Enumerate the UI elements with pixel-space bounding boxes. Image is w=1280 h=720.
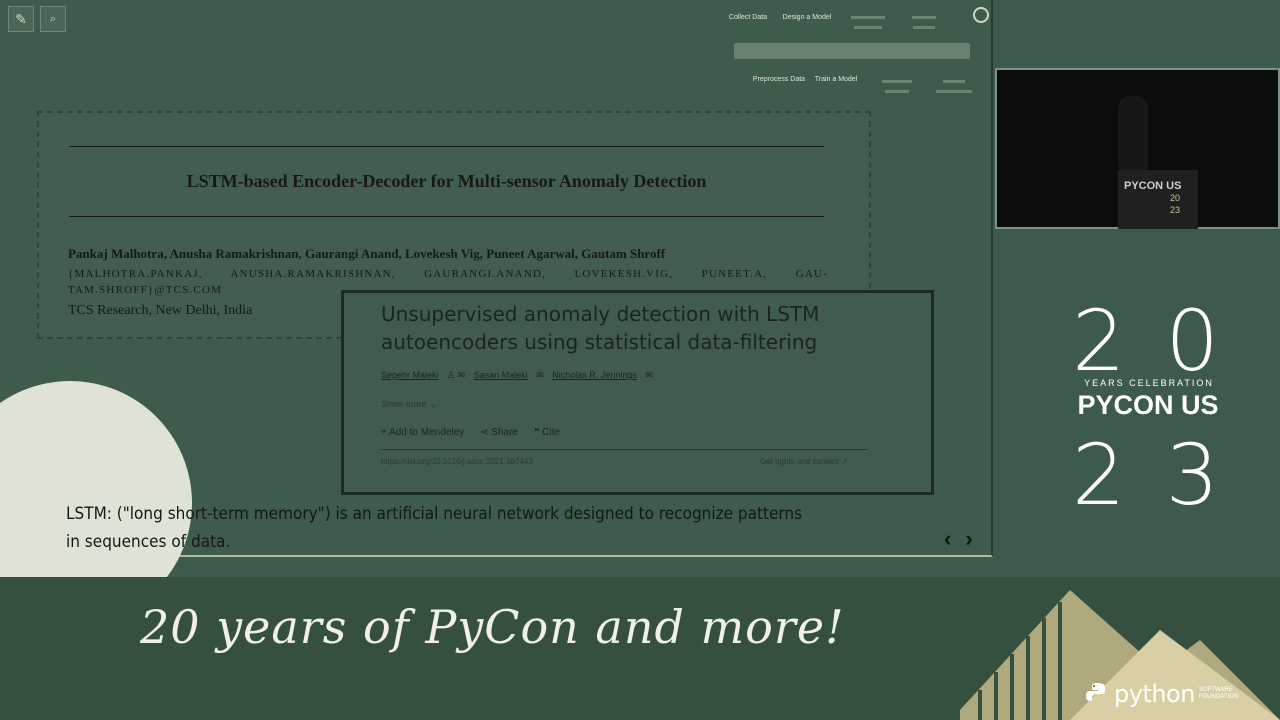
quote-icon: ❝ (534, 427, 543, 438)
share-button[interactable]: ⋖ Share (480, 427, 518, 438)
paper1-affiliation: TCS Research, New Delhi, India (68, 303, 253, 318)
close-icon[interactable] (973, 7, 989, 23)
python-logo: python SOFTWARE FOUNDATION (1084, 680, 1239, 708)
python-icon (1086, 683, 1105, 701)
search-tool-button[interactable]: ⌕ (40, 6, 66, 32)
show-more-label: Show more (381, 399, 427, 409)
plus-icon: + (381, 427, 390, 438)
share-icon: ⋖ (480, 427, 492, 438)
menu-item-faint-1[interactable] (840, 13, 896, 33)
search-icon: ⌕ (49, 12, 57, 25)
python-wordmark: python (1114, 680, 1195, 708)
paper1-authors: Pankaj Malhotra, Anusha Ramakrishnan, Ga… (68, 246, 666, 261)
person-icon: ♙ ✉ (447, 370, 466, 380)
rights-label: Get rights and content (760, 457, 839, 466)
paper2-authors: Sepehr Maleki ♙ ✉ Sasan Maleki ✉ Nichola… (381, 370, 653, 381)
pen-icon: ✎ (15, 10, 27, 27)
external-link-icon: ↗ (840, 457, 848, 466)
add-to-mendeley-button[interactable]: + Add to Mendeley (381, 427, 464, 438)
slide-nav: ‹ › (944, 526, 973, 552)
podium-year-top: 20 (1170, 193, 1181, 203)
podium-year-bottom: 23 (1170, 205, 1181, 215)
years-celebration: YEARS CELEBRATION (1084, 378, 1214, 388)
menu-preprocess-data[interactable]: Preprocess Data (751, 75, 807, 85)
year-top: 20 (1072, 292, 1259, 390)
menu-train-model[interactable]: Train a Model (808, 75, 864, 85)
mendeley-label: Add to Mendeley (389, 427, 465, 438)
show-more-link[interactable]: Show more ⌄ (381, 399, 437, 410)
chevron-down-icon: ⌄ (429, 399, 437, 409)
paper2-divider (381, 449, 868, 450)
rights-link[interactable]: Get rights and content ↗ (760, 457, 848, 466)
tagline: 20 years of PyCon and more! (140, 600, 845, 654)
menu-item-faint-3[interactable] (869, 77, 925, 97)
year-bottom: 23 (1072, 426, 1259, 524)
podium-year: 20 23 (1170, 192, 1180, 216)
paper1-bottom-rule (69, 216, 824, 217)
lstm-caption: LSTM: ("long short-term memory") is an a… (66, 504, 803, 552)
paper2-title: Unsupervised anomaly detection with LSTM… (381, 302, 820, 354)
speaker-silhouette (1118, 96, 1148, 170)
author-link[interactable]: Nicholas R. Jennings (552, 370, 637, 380)
author-link[interactable]: Sasan Maleki (474, 370, 528, 380)
menu-item-faint-4[interactable] (926, 77, 982, 97)
paper1-title: LSTM-based Encoder-Decoder for Multi-sen… (186, 171, 707, 191)
paper2-actions: + Add to Mendeley ⋖ Share ❝ Cite (381, 427, 560, 438)
doi-link[interactable]: https://doi.org/10.1016/j.asoc.2021.1074… (381, 457, 533, 466)
cite-button[interactable]: ❝ Cite (534, 427, 560, 438)
paper1-top-rule (69, 146, 824, 147)
menu-progress-strip (734, 43, 970, 59)
podium-brand: PYCON US (1124, 180, 1182, 192)
share-label: Share (491, 427, 518, 438)
cite-label: Cite (542, 427, 560, 438)
podium (1118, 170, 1198, 229)
prev-slide-button[interactable]: ‹ (944, 526, 951, 552)
author-link[interactable]: Sepehr Maleki (381, 370, 439, 380)
menu-collect-data[interactable]: Collect Data (720, 13, 776, 23)
pen-tool-button[interactable]: ✎ (8, 6, 34, 32)
menu-design-model[interactable]: Design a Model (779, 13, 835, 23)
pycon-us-logo: PYCON US (1077, 390, 1219, 420)
psf-label: SOFTWARE FOUNDATION (1198, 687, 1239, 700)
next-slide-button[interactable]: › (965, 526, 972, 552)
mail-icon: ✉ (645, 370, 653, 380)
mail-icon: ✉ (536, 370, 544, 380)
menu-item-faint-2[interactable] (896, 13, 952, 33)
